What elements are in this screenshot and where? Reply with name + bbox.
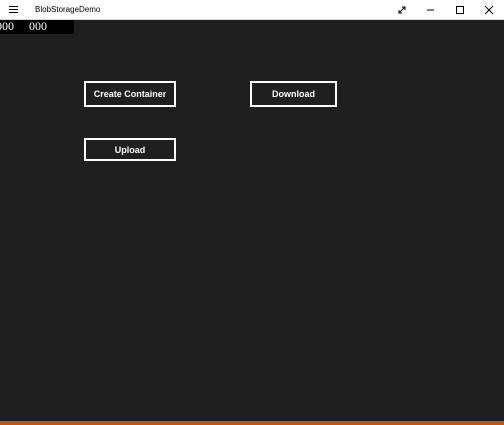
close-button[interactable] [475, 0, 503, 19]
upload-button[interactable]: Upload [84, 138, 176, 161]
frame-rate-value: 000 [29, 20, 47, 33]
title-bar: BlobStorageDemo [0, 0, 504, 20]
minimize-button[interactable] [417, 0, 445, 19]
frame-rate-value: 000 [0, 20, 14, 33]
create-container-button[interactable]: Create Container [84, 81, 176, 107]
fullscreen-button[interactable] [388, 0, 416, 19]
minimize-icon [426, 5, 436, 15]
download-button[interactable]: Download [250, 81, 337, 107]
fullscreen-icon [397, 5, 407, 15]
window-bottom-edge [0, 421, 504, 425]
close-icon [484, 5, 494, 15]
maximize-icon [455, 5, 465, 15]
app-window: BlobStorageDemo 00 000 Create Container … [0, 0, 504, 425]
hamburger-icon[interactable] [7, 3, 21, 17]
frame-rate-counter: 000 000 [0, 20, 74, 34]
app-title: BlobStorageDemo [35, 5, 101, 14]
maximize-button[interactable] [446, 0, 474, 19]
